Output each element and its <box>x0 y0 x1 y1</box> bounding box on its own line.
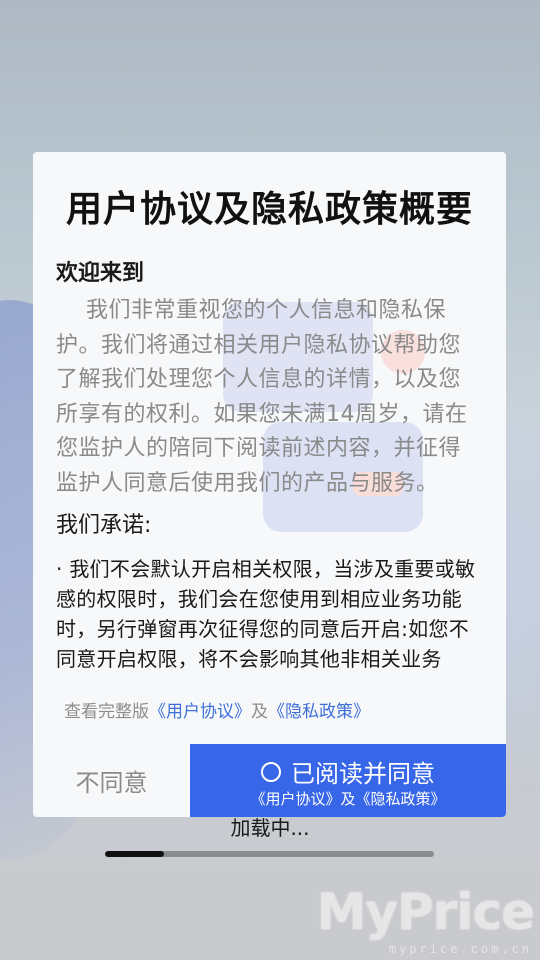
agree-main-row: 已阅读并同意 <box>190 754 506 789</box>
disagree-button[interactable]: 不同意 <box>33 744 190 817</box>
brand-watermark-logo: MyPrice <box>316 883 535 941</box>
links-and: 及 <box>251 702 268 722</box>
privacy-policy-link[interactable]: 《隐私政策》 <box>268 702 370 722</box>
brand-watermark-url: myprice.com.cn <box>388 942 532 956</box>
loading-text: 加载中... <box>230 816 310 840</box>
agree-label: 已阅读并同意 <box>291 760 435 788</box>
promise-text: · 我们不会默认开启相关权限，当涉及重要或敏感的权限时，我们会在您使用到相应业务… <box>56 557 476 671</box>
dialog-title: 用户协议及隐私政策概要 <box>65 189 473 230</box>
agree-sub-label: 《用户协议》及《隐私政策》 <box>250 790 446 808</box>
agreement-links: 查看完整版《用户协议》及《隐私政策》 <box>64 697 370 722</box>
privacy-dialog: 用户协议及隐私政策概要 欢迎来到 我们非常重视您的个人信息和隐私保护。我们将通过… <box>33 152 506 817</box>
promise-heading: 我们承诺: <box>56 513 152 538</box>
links-prefix: 查看完整版 <box>64 702 149 722</box>
radio-unchecked-icon[interactable] <box>261 761 281 782</box>
promise-scroll-area[interactable]: · 我们不会默认开启相关权限，当涉及重要或敏感的权限时，我们会在您使用到相应业务… <box>56 554 486 674</box>
user-agreement-link[interactable]: 《用户协议》 <box>149 702 251 722</box>
intro-text: 我们非常重视您的个人信息和隐私保护。我们将通过相关用户隐私协议帮助您了解我们处理… <box>56 298 468 496</box>
agree-button[interactable]: 已阅读并同意 《用户协议》及《隐私政策》 <box>190 744 506 817</box>
welcome-heading: 欢迎来到 <box>56 261 145 286</box>
disagree-label: 不同意 <box>75 769 148 797</box>
screen: 用户协议及隐私政策概要 欢迎来到 我们非常重视您的个人信息和隐私保护。我们将通过… <box>0 0 540 960</box>
loading-progress-fill <box>105 851 165 857</box>
loading-progress-bar <box>105 851 434 857</box>
